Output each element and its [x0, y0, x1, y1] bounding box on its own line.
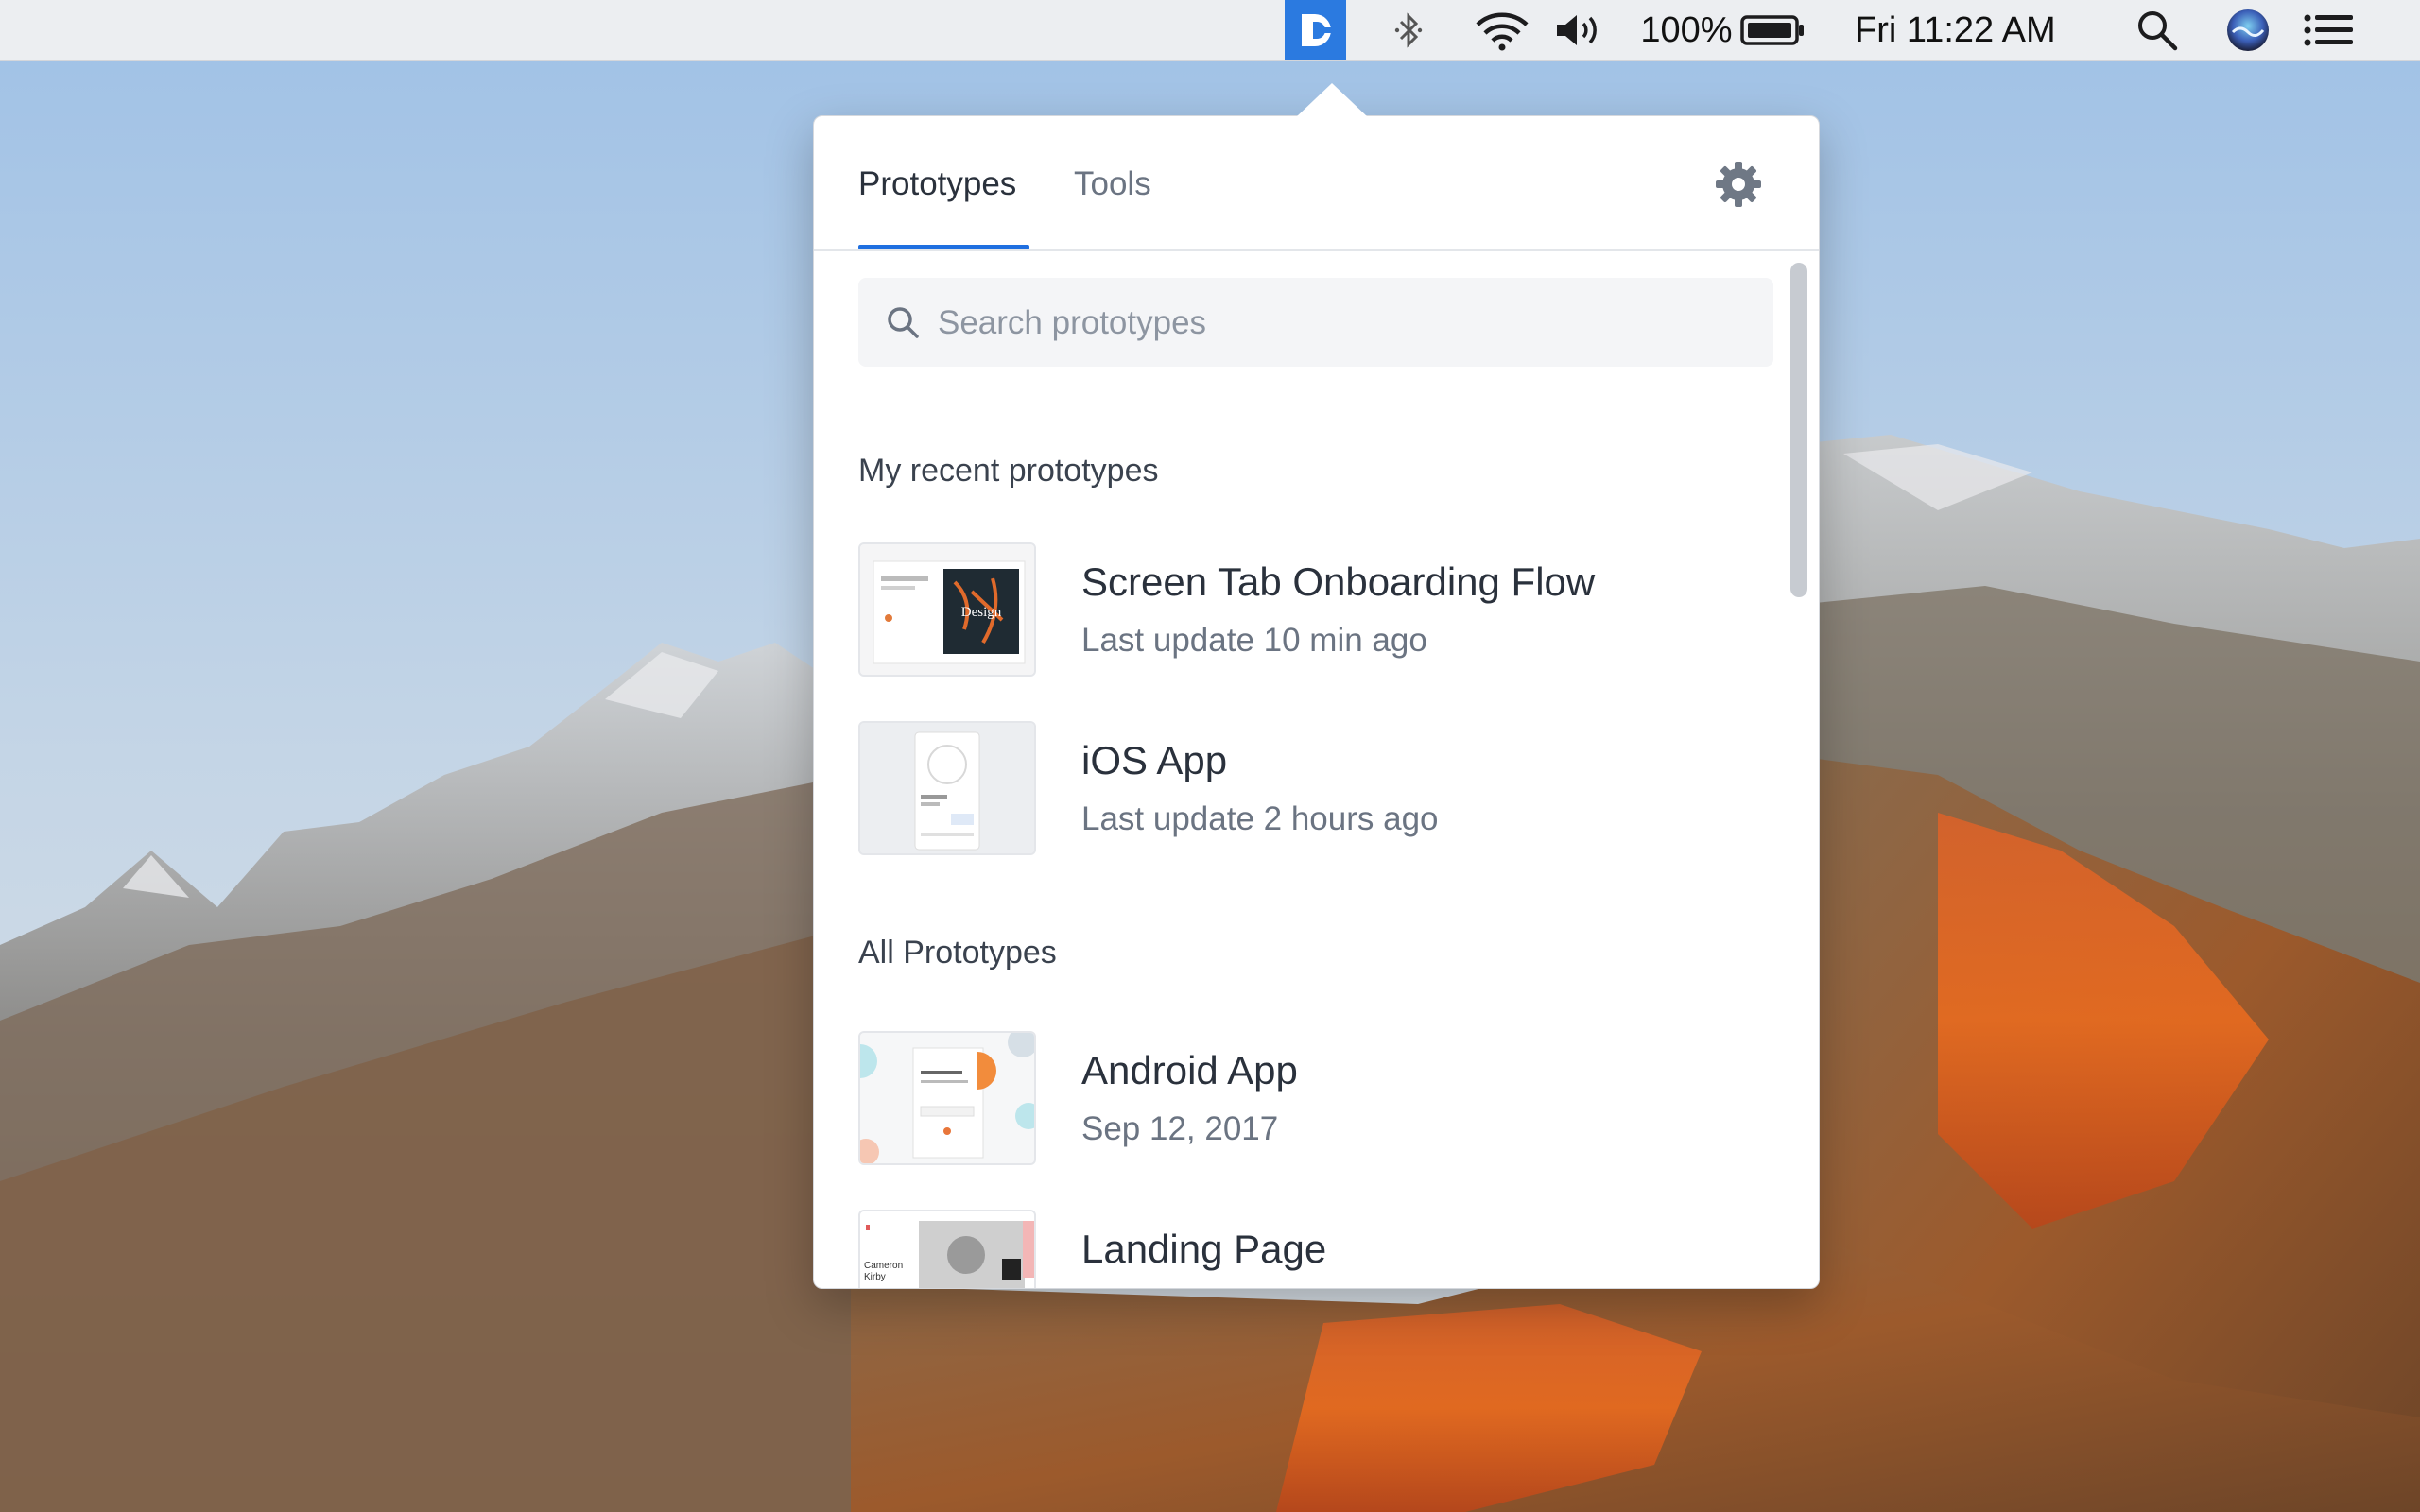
- prototype-name: Landing Page: [1081, 1227, 1327, 1271]
- list-item-screen-tab-onboarding-flow[interactable]: Design Screen Tab Onboarding Flow Last u…: [858, 542, 1766, 679]
- screen-app-icon[interactable]: [1285, 0, 1346, 60]
- prototype-date: Sep 12, 2017: [1081, 1110, 1279, 1147]
- list-item-android-app[interactable]: Android App Sep 12, 2017: [858, 1031, 1766, 1167]
- svg-text:Cameron: Cameron: [864, 1261, 903, 1271]
- gear-icon[interactable]: [1714, 160, 1763, 209]
- tab-bar: Prototypes Tools: [814, 116, 1819, 251]
- prototype-thumbnail: [858, 1031, 1036, 1165]
- prototypes-popover: Prototypes Tools My recent prototypes: [813, 115, 1820, 1289]
- svg-text:Kirby: Kirby: [864, 1272, 886, 1282]
- prototype-name: iOS App: [1081, 738, 1228, 782]
- prototype-updated: Last update 10 min ago: [1081, 622, 1427, 659]
- list-item-ios-app[interactable]: iOS App Last update 2 hours ago: [858, 721, 1766, 857]
- search-field[interactable]: [858, 278, 1773, 369]
- svg-text:Design: Design: [961, 605, 1002, 620]
- bluetooth-icon[interactable]: [1388, 0, 1429, 60]
- tab-prototypes[interactable]: Prototypes: [858, 165, 1016, 203]
- prototype-thumbnail: Cameron Kirby: [858, 1210, 1036, 1288]
- menu-bar: 100% Fri 11:22 AM: [0, 0, 2420, 61]
- siri-icon[interactable]: [2223, 0, 2273, 60]
- active-tab-indicator: [858, 245, 1029, 249]
- prototype-updated: Last update 2 hours ago: [1081, 800, 1439, 837]
- search-input[interactable]: [936, 278, 1753, 369]
- battery-percent: 100%: [1640, 9, 1733, 50]
- battery-icon[interactable]: [1739, 0, 1806, 60]
- wifi-icon[interactable]: [1471, 0, 1533, 60]
- spotlight-search-icon[interactable]: [2133, 0, 2182, 60]
- prototype-thumbnail: Design: [858, 542, 1036, 677]
- notification-center-icon[interactable]: [2303, 0, 2356, 60]
- scrollbar-thumb[interactable]: [1790, 263, 1807, 597]
- popover-arrow: [1296, 83, 1368, 117]
- volume-icon[interactable]: [1552, 0, 1609, 60]
- prototype-name: Android App: [1081, 1048, 1298, 1092]
- recent-section-title: My recent prototypes: [858, 453, 1159, 489]
- tab-tools[interactable]: Tools: [1074, 165, 1151, 203]
- search-icon: [888, 307, 919, 338]
- prototype-thumbnail: [858, 721, 1036, 855]
- menubar-clock[interactable]: Fri 11:22 AM: [1855, 0, 2082, 60]
- list-item-landing-page[interactable]: Cameron Kirby Landing Page: [858, 1210, 1766, 1288]
- app-logo-icon: [1301, 14, 1332, 46]
- all-section-title: All Prototypes: [858, 935, 1057, 971]
- prototype-name: Screen Tab Onboarding Flow: [1081, 559, 1596, 604]
